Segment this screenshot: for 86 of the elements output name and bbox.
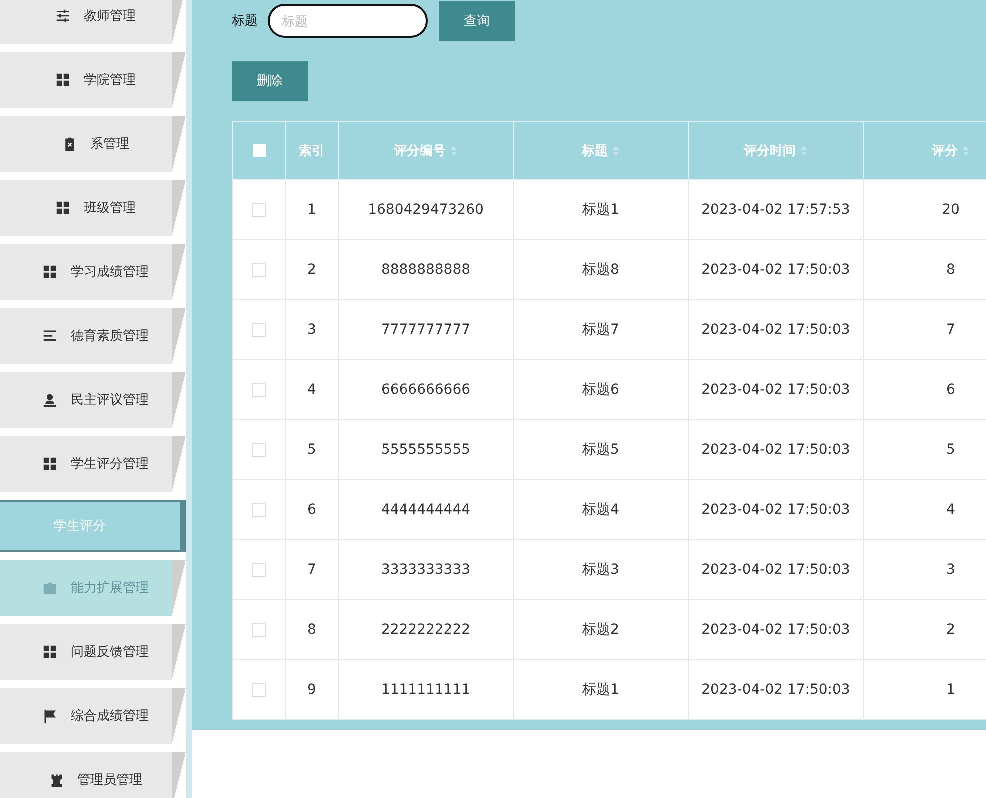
table-cell: 标题2	[582, 622, 620, 638]
row-checkbox[interactable]	[252, 682, 266, 696]
table-cell: 2023-04-02 17:50:03	[702, 502, 850, 518]
table-cell: 2023-04-02 17:50:03	[702, 622, 850, 638]
grid-icon	[43, 645, 57, 659]
sidebar-item[interactable]: 学生评分管理	[0, 436, 186, 492]
table-cell: 2023-04-02 17:50:03	[702, 382, 850, 398]
table-cell: 2023-04-02 17:50:03	[702, 562, 850, 578]
table-cell: 2222222222	[381, 622, 471, 638]
table-cell: 2023-04-02 17:50:03	[702, 682, 850, 698]
table-cell: 1	[308, 202, 316, 218]
row-checkbox[interactable]	[252, 502, 266, 516]
flag-icon	[43, 709, 57, 723]
grid-icon	[56, 73, 70, 87]
delete-button[interactable]: 删除	[232, 61, 308, 101]
briefcase-icon	[43, 581, 57, 595]
table-cell: 2023-04-02 17:50:03	[702, 442, 850, 458]
row-checkbox[interactable]	[252, 262, 266, 276]
row-checkbox[interactable]	[252, 202, 266, 216]
sort-icon[interactable]	[612, 144, 620, 156]
row-checkbox[interactable]	[252, 622, 266, 636]
sidebar-item[interactable]: 系管理	[0, 116, 186, 172]
sliders-icon	[56, 9, 70, 23]
table-cell: 标题4	[582, 502, 620, 518]
sidebar-item[interactable]: 管理员管理	[0, 752, 186, 798]
row-checkbox[interactable]	[252, 562, 266, 576]
table-cell: 6666666666	[381, 382, 471, 398]
sidebar-item[interactable]: 教师管理	[0, 0, 186, 44]
search-label: 标题	[232, 13, 258, 30]
sidebar-item[interactable]: 学习成绩管理	[0, 244, 186, 300]
table-cell: 7	[946, 322, 956, 338]
table-cell: 8888888888	[381, 262, 471, 278]
list-icon	[43, 329, 57, 343]
table-cell: 标题1	[582, 682, 620, 698]
table-cell: 2	[946, 622, 956, 638]
sidebar-item[interactable]: 学院管理	[0, 52, 186, 108]
table-cell: 标题5	[582, 442, 620, 458]
clipboard-icon	[62, 137, 76, 151]
sort-icon[interactable]	[962, 144, 970, 156]
table-cell: 5555555555	[381, 442, 471, 458]
table-cell: 2023-04-02 17:50:03	[702, 322, 850, 338]
grid-icon	[43, 457, 57, 471]
table-cell: 2023-04-02 17:50:03	[702, 262, 850, 278]
person-icon	[43, 393, 57, 407]
grid-icon	[56, 201, 70, 215]
sidebar-item[interactable]: 综合成绩管理	[0, 688, 186, 744]
table-cell: 2023-04-02 17:57:53	[702, 202, 850, 218]
table-cell: 标题7	[582, 322, 620, 338]
table-cell: 标题3	[582, 562, 620, 578]
table-cell: 7777777777	[381, 322, 471, 338]
table-cell: 5	[946, 442, 956, 458]
table-cell: 1680429473260	[368, 202, 484, 218]
table-cell: 标题6	[582, 382, 620, 398]
table-cell: 4	[308, 382, 316, 398]
row-checkbox[interactable]	[252, 322, 266, 336]
table-cell: 9	[308, 682, 316, 698]
select-all-checkbox[interactable]	[252, 144, 266, 157]
table-cell: 6	[308, 502, 316, 518]
sidebar-item[interactable]: 班级管理	[0, 180, 186, 236]
table-cell: 1111111111	[381, 682, 471, 698]
table-cell: 3	[946, 562, 956, 578]
table-cell: 2	[308, 262, 316, 278]
table-cell: 4444444444	[381, 502, 471, 518]
sidebar-item[interactable]: 问题反馈管理	[0, 624, 186, 680]
table-cell: 3333333333	[381, 562, 471, 578]
sidebar-item[interactable]: 德育素质管理	[0, 308, 186, 364]
table-cell: 5	[308, 442, 316, 458]
table-cell: 标题8	[582, 262, 620, 278]
sort-icon[interactable]	[800, 144, 808, 156]
table-cell: 8	[308, 622, 316, 638]
search-button[interactable]: 查询	[439, 1, 515, 41]
table-cell: 7	[308, 562, 316, 578]
tower-icon	[50, 773, 64, 787]
row-checkbox[interactable]	[252, 442, 266, 456]
sidebar-item[interactable]: 民主评议管理	[0, 372, 186, 428]
table-cell: 6	[946, 382, 956, 398]
sort-icon[interactable]	[450, 144, 458, 156]
table-cell: 4	[946, 502, 956, 518]
table-cell: 标题1	[582, 202, 620, 218]
table-cell: 1	[946, 682, 956, 698]
row-checkbox[interactable]	[252, 382, 266, 396]
table-cell: 8	[946, 262, 956, 278]
table-cell: 3	[308, 322, 316, 338]
grid-icon	[43, 265, 57, 279]
table-cell: 20	[942, 202, 960, 218]
search-field[interactable]: 标题	[268, 4, 428, 38]
